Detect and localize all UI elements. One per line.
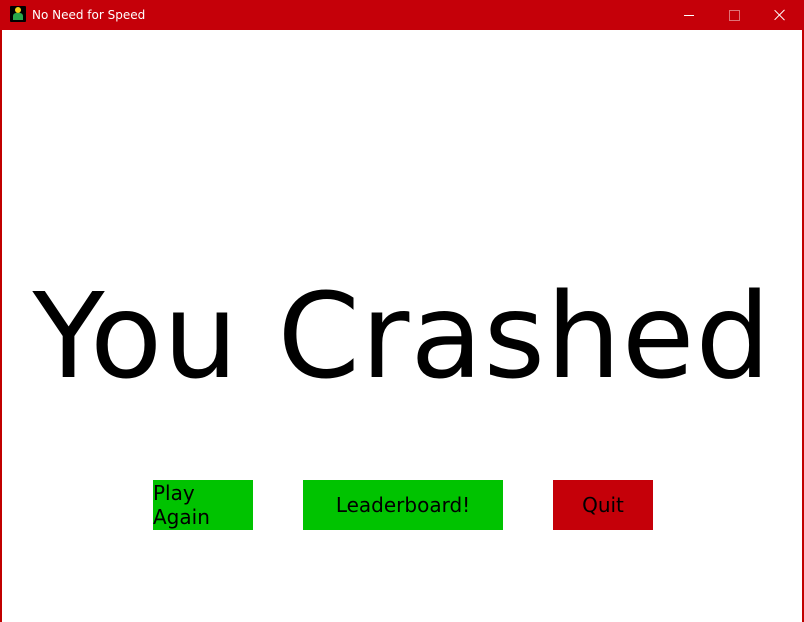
window-title: No Need for Speed <box>32 8 146 22</box>
leaderboard-button[interactable]: Leaderboard! <box>303 480 503 530</box>
play-again-button[interactable]: Play Again <box>153 480 253 530</box>
quit-button[interactable]: Quit <box>553 480 653 530</box>
game-over-screen: You Crashed Play Again Leaderboard! Quit <box>2 30 802 622</box>
game-over-headline: You Crashed <box>32 267 772 405</box>
game-app-icon <box>10 6 26 22</box>
game-window: No Need for Speed You Crashed Play Again… <box>0 0 804 622</box>
maximize-icon <box>728 9 740 21</box>
close-icon <box>774 9 786 21</box>
minimize-button[interactable] <box>666 0 712 30</box>
maximize-button[interactable] <box>711 0 757 30</box>
title-bar[interactable]: No Need for Speed <box>0 0 804 30</box>
close-button[interactable] <box>757 0 803 30</box>
minimize-icon <box>684 14 694 16</box>
